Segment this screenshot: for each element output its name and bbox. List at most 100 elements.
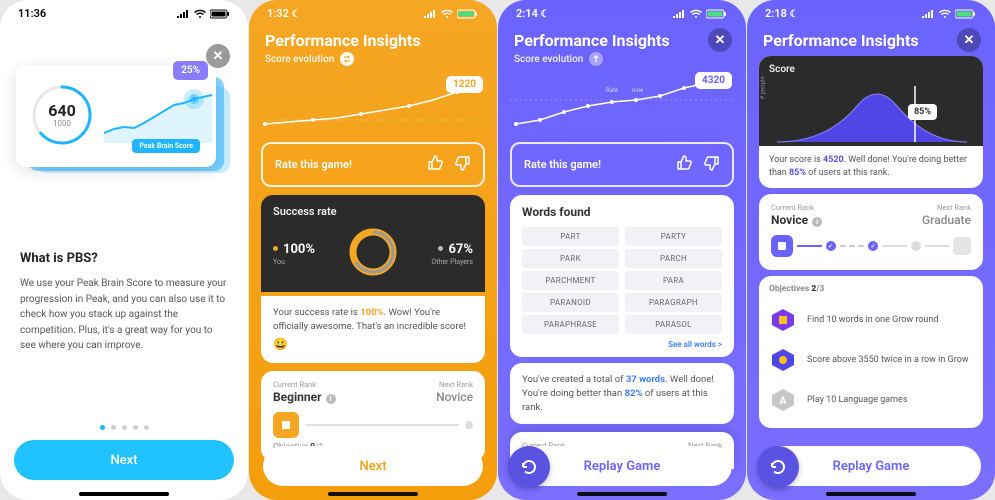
you-label: You bbox=[273, 258, 315, 266]
words-message: You've created a total of 37 words. Well… bbox=[510, 363, 734, 424]
battery-icon bbox=[210, 9, 230, 19]
status-time: 11:36 bbox=[18, 7, 46, 20]
y-axis-label: # people bbox=[760, 76, 767, 99]
other-label: Other Players bbox=[431, 258, 473, 266]
pbs-card-stack: 640 1000 25% Peak Brain Score bbox=[14, 59, 234, 209]
smile-emoji: 😀 bbox=[273, 336, 473, 353]
battery-charging-icon bbox=[706, 9, 728, 19]
wifi-icon bbox=[440, 9, 454, 19]
success-ring bbox=[345, 224, 401, 280]
other-pct: 67% bbox=[448, 242, 473, 257]
info-icon[interactable]: i bbox=[326, 394, 336, 404]
rank-progress-track bbox=[771, 235, 971, 257]
objective-badge-icon: A bbox=[769, 386, 797, 414]
evolution-row[interactable]: Score evolution bbox=[498, 52, 746, 70]
status-bar: 2:14 ☾ bbox=[498, 0, 746, 23]
pbs-pill: Peak Brain Score bbox=[132, 139, 200, 153]
score-chart: Rate now 4320 bbox=[510, 70, 734, 134]
evolution-label: Score evolution bbox=[514, 54, 583, 65]
status-indicators bbox=[176, 9, 230, 19]
objectives-card: Objectives 2/3 Find 10 words in one Grow… bbox=[759, 276, 983, 428]
evolution-label: Score evolution bbox=[265, 54, 334, 65]
word-cell: PARAGRAPH bbox=[625, 293, 722, 312]
close-button[interactable]: ✕ bbox=[206, 44, 230, 68]
status-bar: 11:36 bbox=[0, 0, 248, 23]
wifi-icon bbox=[193, 9, 207, 19]
home-indicator bbox=[826, 492, 916, 496]
svg-text:A: A bbox=[780, 396, 787, 407]
pbs-ring: 640 1000 bbox=[28, 81, 96, 149]
svg-text:Rate: Rate bbox=[606, 87, 618, 94]
chart-end-value: 1220 bbox=[446, 76, 483, 93]
next-rank-badge-icon bbox=[953, 237, 971, 255]
home-indicator bbox=[79, 492, 169, 496]
next-rank: Novice bbox=[436, 390, 473, 404]
pbs-card: 640 1000 25% Peak Brain Score bbox=[16, 65, 216, 167]
chart-end-value: 4320 bbox=[695, 72, 732, 89]
svg-text:now: now bbox=[632, 87, 644, 94]
signal-icon bbox=[921, 9, 935, 18]
objective-text: Find 10 words in one Grow round bbox=[807, 315, 938, 325]
success-message: Your success rate is 100%. Wow! You're o… bbox=[261, 296, 485, 363]
dnd-icon: ☾ bbox=[541, 9, 550, 20]
status-time: 2:14 ☾ bbox=[516, 7, 550, 20]
dnd-icon: ☾ bbox=[790, 9, 799, 20]
status-time: 1:32 ☾ bbox=[267, 7, 301, 20]
see-all-link[interactable]: See all words > bbox=[522, 340, 722, 349]
rate-label: Rate this game! bbox=[524, 158, 601, 171]
word-cell: PARANOID bbox=[522, 293, 619, 312]
objective-badge-icon bbox=[769, 346, 797, 374]
close-button[interactable]: ✕ bbox=[708, 28, 732, 52]
pbs-value: 640 bbox=[28, 101, 96, 120]
status-indicators bbox=[921, 9, 977, 19]
page-title: Performance Insights bbox=[249, 23, 497, 52]
evolution-row[interactable]: Score evolution bbox=[249, 52, 497, 70]
thumbs-up-icon[interactable] bbox=[427, 154, 445, 175]
pbs-body: We use your Peak Brain Score to measure … bbox=[20, 276, 228, 354]
rate-card: Rate this game! bbox=[261, 142, 485, 187]
rank-badge-icon bbox=[273, 412, 299, 438]
thumbs-up-icon[interactable] bbox=[676, 154, 694, 175]
replay-fab[interactable] bbox=[508, 446, 550, 488]
screen-insights-score: 2:18 ☾ ✕ Performance Insights Score # pe… bbox=[747, 0, 995, 500]
home-indicator bbox=[577, 492, 667, 496]
wifi-icon bbox=[689, 9, 703, 19]
screen-insights-words: 2:14 ☾ ✕ Performance Insights Score evol… bbox=[498, 0, 746, 500]
next-button[interactable]: Next bbox=[263, 446, 483, 486]
word-cell: PARA bbox=[625, 271, 722, 290]
info-icon[interactable]: i bbox=[812, 217, 822, 227]
thumbs-down-icon[interactable] bbox=[453, 154, 471, 175]
words-title: Words found bbox=[522, 205, 722, 219]
next-rank: Graduate bbox=[922, 213, 971, 227]
signal-icon bbox=[176, 9, 190, 18]
battery-charging-icon bbox=[955, 9, 977, 19]
word-cell: PARAPHRASE bbox=[522, 315, 619, 334]
score-card: Score # people 85% Your score is 4520. W… bbox=[759, 56, 983, 188]
current-rank: Novice bbox=[771, 213, 808, 227]
empty-node bbox=[911, 241, 921, 251]
status-indicators bbox=[672, 9, 728, 19]
objective-item: A Play 10 Language games bbox=[769, 380, 973, 420]
objective-text: Play 10 Language games bbox=[807, 395, 907, 405]
objective-text: Score above 3550 twice in a row in Grow bbox=[807, 355, 969, 365]
status-indicators bbox=[423, 9, 479, 19]
next-button[interactable]: Next bbox=[14, 440, 234, 480]
thumbs-down-icon[interactable] bbox=[702, 154, 720, 175]
score-pct-badge: 85% bbox=[908, 104, 937, 120]
rank-badge-icon bbox=[771, 235, 793, 257]
signal-icon bbox=[423, 9, 437, 18]
you-pct: 100% bbox=[283, 242, 315, 257]
replay-fab[interactable] bbox=[757, 446, 799, 488]
words-card: Words found PARTPARTYPARKPARCHPARCHMENTP… bbox=[510, 195, 734, 357]
battery-charging-icon bbox=[457, 9, 479, 19]
word-cell: PART bbox=[522, 227, 619, 246]
check-node bbox=[826, 241, 836, 251]
wifi-icon bbox=[938, 9, 952, 19]
status-bar: 2:18 ☾ bbox=[747, 0, 995, 23]
status-time: 2:18 ☾ bbox=[765, 7, 799, 20]
objective-badge-icon bbox=[769, 306, 797, 334]
word-cell: PARCH bbox=[625, 249, 722, 268]
close-button[interactable]: ✕ bbox=[957, 28, 981, 52]
objective-item: Score above 3550 twice in a row in Grow bbox=[769, 340, 973, 380]
word-cell: PARK bbox=[522, 249, 619, 268]
